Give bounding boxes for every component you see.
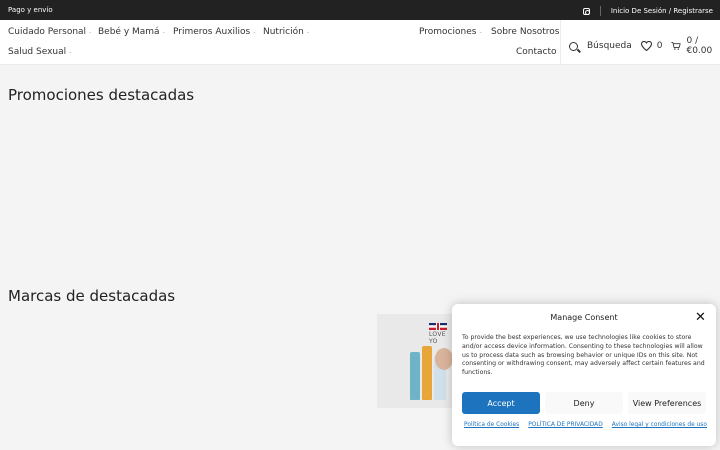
product-bottle	[410, 352, 420, 400]
chevron-down-icon: ⌄	[478, 29, 483, 35]
model-face	[435, 348, 453, 370]
close-icon[interactable]: ✕	[695, 311, 706, 324]
nav-item-nutricion[interactable]: Nutrición ⌄	[263, 27, 310, 37]
nav-item-primeros-auxilios[interactable]: Primeros Auxilios ⌄	[173, 27, 256, 37]
header-tools: Búsqueda 0 0 / €0.00	[569, 36, 720, 56]
cart-icon	[671, 42, 682, 50]
nav-item-sobre-nosotros[interactable]: Sobre Nosotros	[491, 27, 560, 37]
chevron-down-icon: ⌄	[88, 29, 93, 35]
product-bottle	[422, 346, 432, 400]
cart-button[interactable]: 0 / €0.00	[671, 36, 720, 56]
main-header: Cuidado Personal ⌄ Bebé y Mamá ⌄ Primero…	[0, 20, 720, 65]
consent-title: Manage Consent	[550, 313, 618, 322]
header-divider	[560, 20, 561, 65]
cookie-policy-link[interactable]: Política de Cookies	[464, 422, 519, 428]
chevron-down-icon: ⌄	[161, 29, 166, 35]
wishlist-count: 0	[656, 41, 663, 51]
deny-button[interactable]: Deny	[545, 392, 623, 414]
view-preferences-button[interactable]: View Preferences	[628, 392, 706, 414]
nav-item-label: Salud Sexual	[8, 47, 67, 57]
nav-item-label: Sobre Nosotros	[491, 27, 560, 37]
top-bar-divider	[599, 6, 601, 16]
brands-title: Marcas de destacadas	[8, 287, 176, 305]
search-label: Búsqueda	[587, 41, 632, 51]
nav-item-salud-sexual[interactable]: Salud Sexual ⌄	[8, 47, 72, 57]
legal-notice-link[interactable]: Aviso legal y condiciones de uso	[612, 422, 707, 428]
brand-flag-logo	[429, 323, 447, 330]
promotions-title: Promociones destacadas	[8, 86, 195, 104]
nav-item-cuidado-personal[interactable]: Cuidado Personal ⌄	[8, 27, 92, 37]
accept-button[interactable]: Accept	[462, 392, 540, 414]
search-icon	[569, 41, 578, 51]
consent-message: To provide the best experiences, we use …	[462, 334, 705, 377]
nav-item-label: Bebé y Mamá	[98, 27, 160, 37]
chevron-down-icon: ⌄	[68, 49, 73, 55]
consent-links: Política de Cookies POLÍTICA DE PRIVACID…	[464, 422, 707, 428]
nav-item-bebe-mama[interactable]: Bebé y Mamá ⌄	[98, 27, 166, 37]
nav-item-label: Cuidado Personal	[8, 27, 87, 37]
nav-item-label: Primeros Auxilios	[173, 27, 251, 37]
chevron-down-icon: ⌄	[305, 29, 311, 35]
top-bar: Pago y envío Inicio De Sesión / Registra…	[0, 0, 720, 20]
nav-item-contacto[interactable]: Contacto	[516, 47, 557, 57]
nav-item-label: Promociones	[419, 27, 477, 37]
search-button[interactable]: Búsqueda	[569, 41, 632, 51]
nav-item-promociones[interactable]: Promociones ⌄	[419, 27, 483, 37]
top-bar-right: Inicio De Sesión / Registrarse	[582, 6, 713, 16]
cart-total: 0 / €0.00	[686, 36, 713, 56]
privacy-policy-link[interactable]: POLÍTICA DE PRIVACIDAD	[528, 422, 603, 428]
login-register-link[interactable]: Inicio De Sesión / Registrarse	[611, 7, 713, 15]
cookie-consent-dialog: Manage Consent ✕ To provide the best exp…	[452, 304, 716, 446]
instagram-icon[interactable]	[582, 7, 590, 15]
nav-item-label: Contacto	[516, 47, 557, 57]
chevron-down-icon: ⌄	[252, 29, 257, 35]
brand-banner-image[interactable]: LOVE YO	[377, 314, 455, 408]
shipping-link[interactable]: Pago y envío	[8, 6, 53, 14]
wishlist-button[interactable]: 0	[640, 41, 663, 51]
heart-icon	[640, 41, 652, 51]
nav-item-label: Nutrición	[263, 27, 304, 37]
